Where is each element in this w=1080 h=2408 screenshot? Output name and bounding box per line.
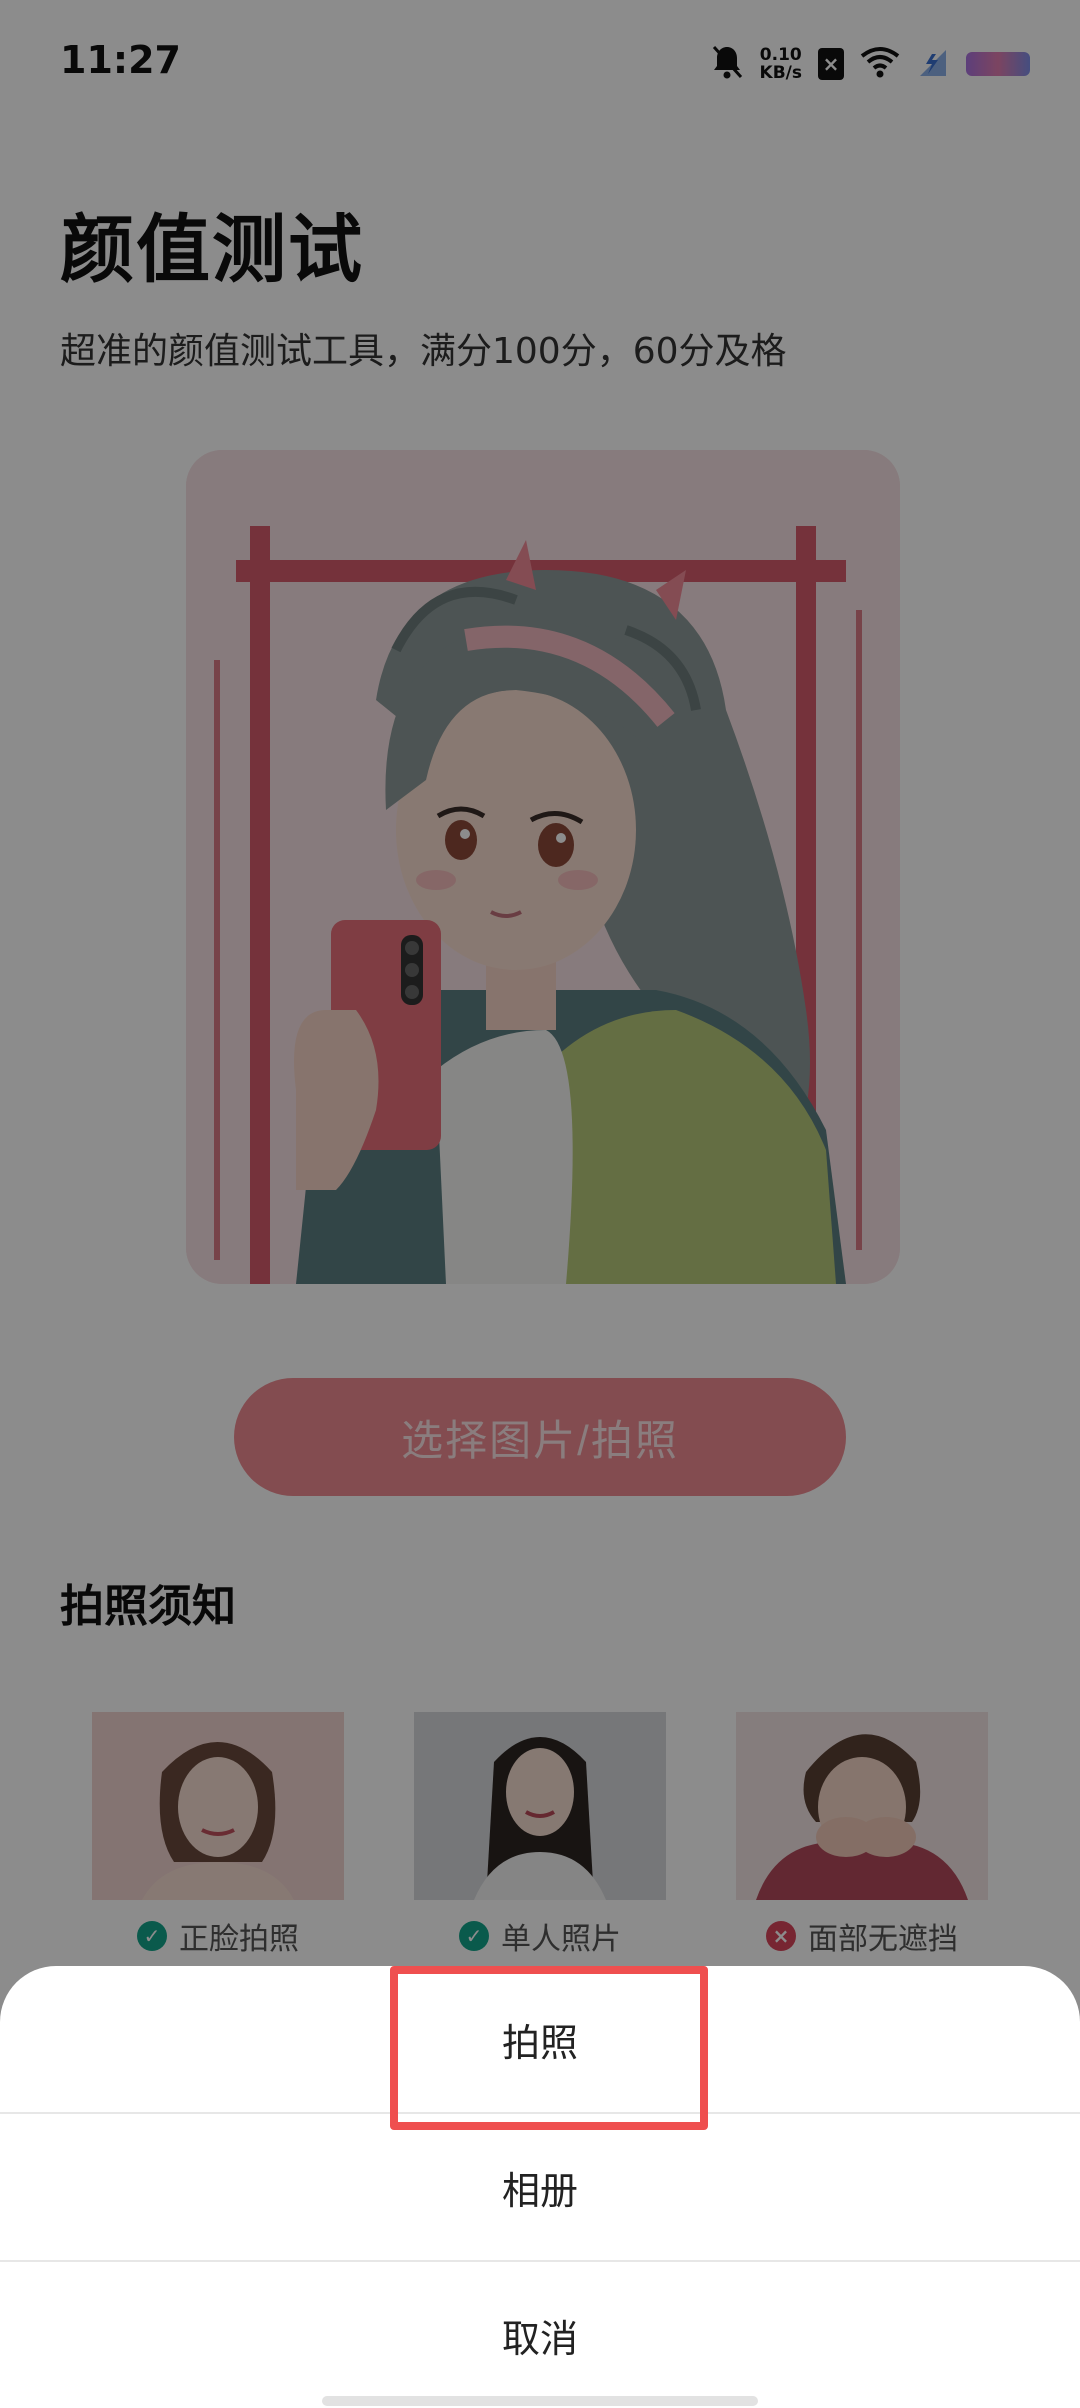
screen: 11:27 0.10 KB/s × 颜值测试 超准的颜值测试工具，满分100分，… xyxy=(0,0,1080,2408)
action-sheet: 拍照 相册 取消 xyxy=(0,1966,1080,2408)
cancel-option[interactable]: 取消 xyxy=(0,2262,1080,2408)
album-option[interactable]: 相册 xyxy=(0,2114,1080,2260)
home-indicator xyxy=(322,2396,758,2406)
take-photo-option[interactable]: 拍照 xyxy=(0,1966,1080,2112)
